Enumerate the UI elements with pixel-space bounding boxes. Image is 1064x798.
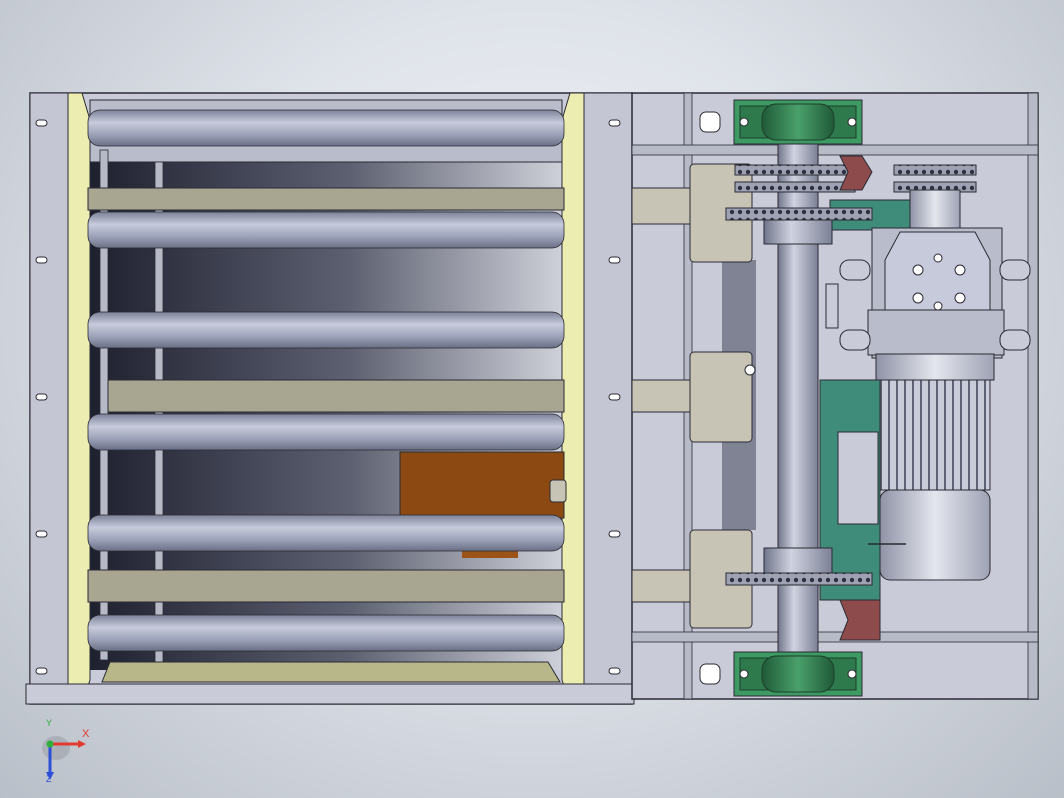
drive-rail-right [1027,92,1039,700]
graphics-viewport[interactable]: X Y Z [0,0,1064,798]
block-latch[interactable] [549,479,567,503]
roller[interactable] [87,211,565,249]
bearing-top[interactable] [733,99,863,145]
left-side-rail[interactable] [29,92,69,705]
y-axis-label: Y [46,718,53,728]
bracket-mid[interactable] [631,379,691,413]
sprocket[interactable] [725,207,873,221]
axis-triad-icon: X Y Z [38,718,102,790]
drive-section[interactable] [631,92,1039,700]
gearbox-ear-right2[interactable] [999,329,1031,351]
drive-top-rail [631,144,1039,156]
tension-screw[interactable] [825,283,839,329]
bracket-top[interactable] [631,187,691,225]
roller[interactable] [87,311,565,349]
x-axis-label: X [82,728,90,740]
rail-key-bottom [699,663,721,685]
cad-model-top-view[interactable] [0,0,1064,798]
motor-adapter[interactable] [875,353,995,381]
bracket-bottom[interactable] [631,569,691,603]
right-side-rail[interactable] [583,92,633,705]
roller[interactable] [87,413,565,451]
gearbox-ear-left2[interactable] [839,329,871,351]
z-axis-label: Z [46,774,52,784]
roller[interactable] [87,514,565,552]
roller-conveyor-section[interactable] [25,92,635,705]
drive-bottom-rail [631,631,1039,643]
sprocket[interactable] [734,164,856,176]
sprocket[interactable] [734,181,856,193]
cross-beam-2 [107,379,565,413]
plate-window [837,431,879,525]
cross-beam-1 [87,187,565,211]
motor-fins[interactable] [879,379,991,491]
bearing-bottom[interactable] [733,651,863,697]
triad-shadow [42,736,70,760]
sprocket[interactable] [893,164,977,176]
drive-block[interactable] [399,451,565,519]
roller[interactable] [87,614,565,652]
right-liner [561,92,585,705]
shaft-pin [744,364,756,376]
y-axis-dot [46,740,54,748]
gearbox-flange [867,309,1005,356]
gearbox-ear-right[interactable] [999,259,1031,281]
left-liner [67,92,91,705]
rail-key-top [699,111,721,133]
gearbox-output[interactable] [909,189,961,231]
roller[interactable] [87,109,565,147]
base-strip [25,683,635,705]
bottom-skirt-plate [101,661,561,683]
sprocket[interactable] [725,572,873,586]
mount-plate-2[interactable] [689,351,753,443]
cross-beam-3 [87,569,565,603]
gearbox-ear-left[interactable] [839,259,871,281]
x-arrowhead [78,740,86,748]
motor-housing[interactable] [879,489,991,581]
